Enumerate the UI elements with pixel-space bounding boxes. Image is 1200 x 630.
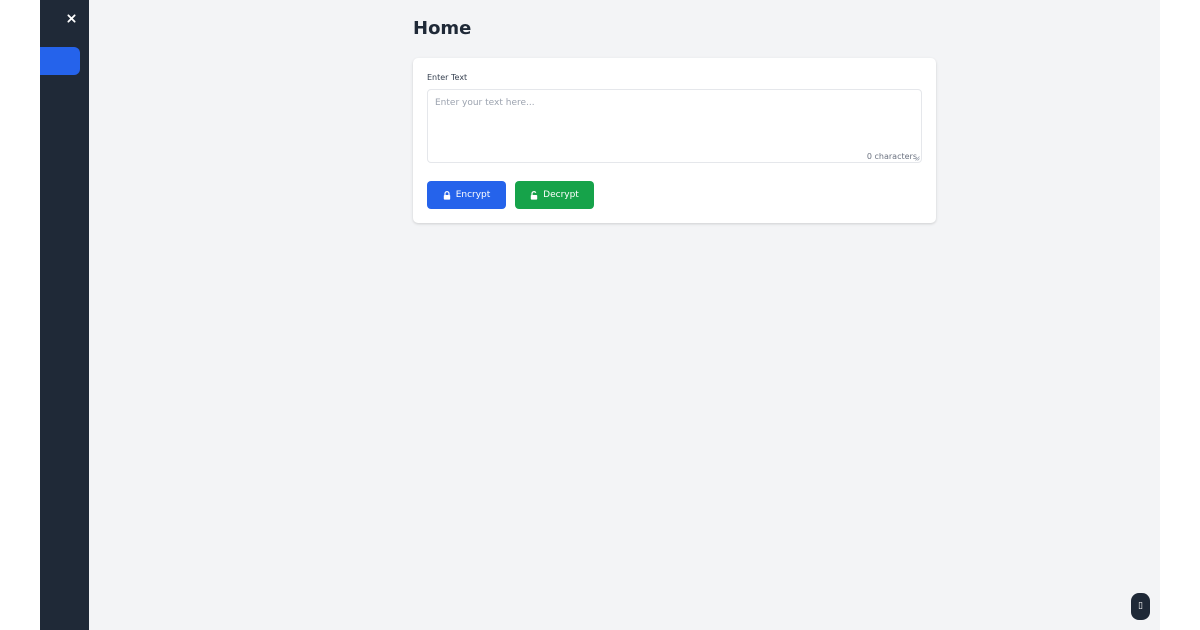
sidebar-close-button[interactable] xyxy=(63,10,79,26)
app-frame: Home Enter Text 0 characters Encrypt Dec… xyxy=(40,0,1160,630)
text-input-container: 0 characters xyxy=(427,89,922,163)
decrypt-button[interactable]: Decrypt xyxy=(515,181,594,209)
floating-device-button[interactable]: ▯ xyxy=(1131,593,1150,620)
page-title: Home xyxy=(413,18,472,39)
decrypt-button-label: Decrypt xyxy=(543,190,579,200)
text-input[interactable] xyxy=(428,90,921,162)
encrypt-button-label: Encrypt xyxy=(455,190,491,200)
encrypt-button[interactable]: Encrypt xyxy=(427,181,506,209)
sidebar xyxy=(40,0,89,630)
char-count: 0 characters xyxy=(866,152,917,161)
unlock-icon xyxy=(530,190,538,200)
phone-icon: ▯ xyxy=(1138,601,1143,611)
text-field-label: Enter Text xyxy=(427,73,468,82)
resize-handle-icon[interactable] xyxy=(915,156,920,161)
sidebar-item-active[interactable] xyxy=(40,47,80,75)
close-icon xyxy=(66,13,76,23)
lock-icon xyxy=(443,190,450,200)
